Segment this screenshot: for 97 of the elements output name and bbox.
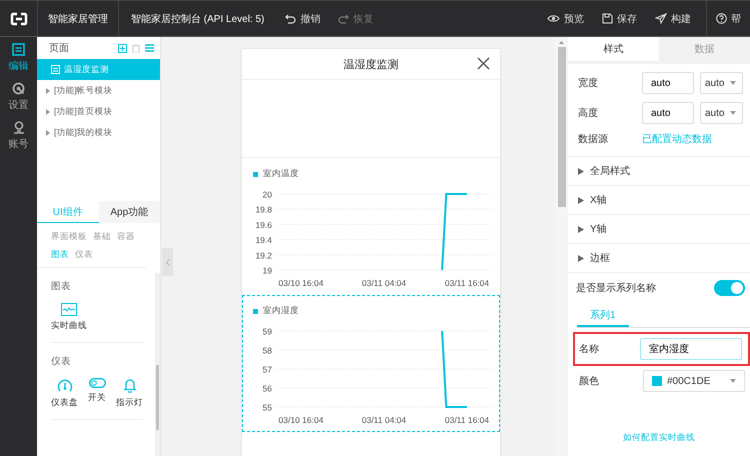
- save-icon: [602, 13, 613, 24]
- toggle-label: 是否显示系列名称: [576, 282, 656, 295]
- paper-plane-icon: [655, 13, 667, 24]
- scrollbar[interactable]: [555, 37, 568, 456]
- caret-icon: [578, 168, 584, 174]
- axis-label: 56: [262, 384, 272, 394]
- scroll-up-icon[interactable]: [559, 41, 564, 44]
- field-label: 颜色: [579, 374, 600, 388]
- build-button[interactable]: 构建: [646, 8, 700, 30]
- axis-label: 03/11 04:04: [362, 278, 406, 288]
- caret-icon: [46, 130, 50, 136]
- add-icon[interactable]: [118, 44, 127, 52]
- scroll-thumb[interactable]: [558, 47, 566, 207]
- line-chart-icon: [61, 303, 77, 316]
- group-title: 图表: [51, 281, 71, 292]
- axis-label: 59: [262, 326, 272, 336]
- page-item[interactable]: [功能]首页模块: [37, 101, 160, 122]
- axis-label: 03/10 16:04: [278, 278, 324, 288]
- caret-icon: [578, 254, 584, 262]
- chevron-left-icon: [166, 258, 170, 266]
- color-dropdown[interactable]: #00C1DE: [643, 370, 745, 392]
- settings-icon: [12, 82, 25, 95]
- project-title: 智能家居控制台 (API Level: 5): [130, 12, 266, 26]
- scrollbar[interactable]: [155, 273, 160, 456]
- close-icon[interactable]: [477, 57, 490, 70]
- eye-icon: [547, 14, 560, 23]
- help-button[interactable]: 帮: [707, 8, 750, 30]
- axis-label: 03/11 04:04: [362, 415, 406, 425]
- undo-icon: [285, 14, 296, 24]
- axis-label: 20: [262, 190, 272, 200]
- unit-dropdown[interactable]: auto: [700, 72, 743, 94]
- preview-button[interactable]: 预览: [538, 8, 593, 30]
- caret-icon: [46, 88, 50, 94]
- nav-item[interactable]: 账号: [8, 121, 28, 151]
- caret-icon: [578, 226, 584, 232]
- undo-button[interactable]: 撤销: [276, 8, 330, 30]
- redo-icon: [338, 14, 350, 24]
- toggle-switch[interactable]: [714, 280, 745, 296]
- unit-dropdown[interactable]: auto: [700, 102, 743, 124]
- axis-label: 57: [262, 364, 272, 374]
- axis-label: 03/11 16:04: [444, 278, 490, 288]
- field-label: 数据源: [578, 133, 609, 146]
- input-field[interactable]: auto: [642, 102, 694, 124]
- caret-icon: [578, 196, 584, 204]
- menu-icon[interactable]: [145, 44, 154, 52]
- caret-icon: [46, 108, 50, 114]
- dropdown-caret-icon: [730, 379, 736, 383]
- nav-item[interactable]: 编辑: [8, 43, 28, 73]
- chart-card[interactable]: 室内温度 19 19.2 19.4 19.6 19.8 20 03/10 16:04 03/11 04:04 03/11 16:04: [242, 158, 500, 295]
- screen-title: 温湿度监测: [344, 58, 398, 72]
- nav-item[interactable]: 设置: [8, 82, 28, 112]
- group-title: 仪表: [51, 356, 71, 367]
- section-header[interactable]: 全局样式: [568, 157, 750, 186]
- axis-label: 19.8: [255, 204, 272, 215]
- page-icon: [51, 65, 60, 74]
- input-field[interactable]: auto: [642, 72, 694, 94]
- scroll-thumb[interactable]: [156, 365, 159, 430]
- save-button[interactable]: 保存: [593, 8, 646, 30]
- layout-icon: [12, 43, 25, 56]
- chart-card[interactable]: 室内湿度 55 56 57 58 59 03/10 16:04 03/11 04:04 03/11 16:04: [242, 295, 500, 432]
- page-item[interactable]: [功能]帐号模块: [37, 80, 160, 101]
- axis-label: 19.2: [255, 250, 272, 260]
- legend-label: 室内温度: [263, 168, 299, 180]
- axis-label: 58: [262, 346, 272, 356]
- logo-icon: [10, 12, 28, 26]
- field-label: 高度: [578, 106, 599, 120]
- app-title: 智能家居管理: [38, 1, 119, 36]
- bell-icon: [122, 378, 136, 393]
- pages-title: 页面: [49, 42, 69, 55]
- trash-icon[interactable]: [132, 44, 140, 52]
- field-label: 名称: [579, 343, 600, 356]
- axis-label: 55: [262, 402, 272, 412]
- axis-label: 03/11 16:04: [444, 415, 490, 425]
- collapse-handle[interactable]: [162, 248, 173, 276]
- axis-label: 03/10 16:04: [278, 415, 324, 425]
- section-header[interactable]: 边框: [568, 244, 750, 273]
- field-label: 宽度: [578, 76, 599, 90]
- input-field[interactable]: 室内湿度: [640, 338, 742, 360]
- toggle-icon: [88, 378, 106, 388]
- legend-label: 室内湿度: [263, 305, 299, 317]
- color-swatch: [652, 376, 662, 386]
- dropdown-caret-icon: [730, 81, 736, 85]
- user-icon: [12, 121, 24, 134]
- page-item[interactable]: [功能]我的模块: [37, 122, 160, 143]
- axis-label: 19: [262, 266, 272, 276]
- axis-label: 19.4: [255, 235, 272, 246]
- section-header[interactable]: X轴: [568, 186, 750, 215]
- section-header[interactable]: Y轴: [568, 215, 750, 244]
- widget-item[interactable]: 指示灯: [116, 378, 143, 409]
- tab[interactable]: App功能: [98, 201, 160, 223]
- help-icon: [716, 13, 727, 24]
- widget-item[interactable]: 仪表盘: [51, 378, 78, 409]
- dropdown-caret-icon: [730, 111, 736, 115]
- widget-item[interactable]: 实时曲线: [51, 303, 87, 332]
- widget-item[interactable]: 开关: [88, 378, 106, 409]
- gauge-icon: [56, 378, 72, 393]
- axis-label: 19.6: [255, 220, 272, 230]
